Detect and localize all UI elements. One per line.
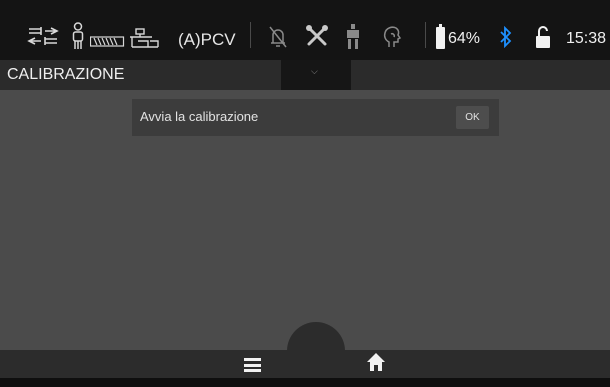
divider: [250, 22, 251, 48]
prompt-text: Avvia la calibrazione: [140, 109, 259, 124]
unlock-icon[interactable]: [535, 25, 551, 49]
divider: [425, 22, 426, 48]
head-profile-icon[interactable]: [383, 25, 403, 49]
circuit-icon: [130, 28, 159, 48]
device-screen: (A)PCV 64% 15:38 CALIBRAZIONE ⌵ Avvia la…: [0, 0, 610, 387]
pull-down-handle[interactable]: ⌵: [281, 60, 351, 90]
title-bar: CALIBRAZIONE ⌵: [0, 60, 610, 90]
tools-icon[interactable]: [305, 24, 329, 48]
alarm-mute-icon[interactable]: [268, 25, 288, 49]
patient-icon: [72, 22, 84, 49]
status-bar: (A)PCV 64% 15:38: [0, 0, 610, 60]
tube-connection-icon: [27, 27, 59, 45]
chevron-down-icon: ⌵: [311, 66, 318, 76]
calibration-prompt: Avvia la calibrazione OK: [132, 99, 499, 136]
menu-icon[interactable]: [244, 358, 261, 372]
ventilation-mode: (A)PCV: [178, 30, 236, 49]
ok-button[interactable]: OK: [456, 106, 489, 129]
service-icon[interactable]: [345, 24, 361, 50]
humidifier-hose-icon: [90, 36, 125, 47]
home-icon[interactable]: [366, 352, 386, 372]
bottom-nav-bar: [0, 350, 610, 378]
battery-level: 64%: [448, 30, 481, 47]
battery-icon: [436, 24, 445, 49]
bottom-strip: [0, 378, 610, 387]
clock: 15:38: [566, 30, 607, 47]
page-title: CALIBRAZIONE: [7, 66, 125, 83]
bluetooth-icon[interactable]: [499, 26, 513, 48]
